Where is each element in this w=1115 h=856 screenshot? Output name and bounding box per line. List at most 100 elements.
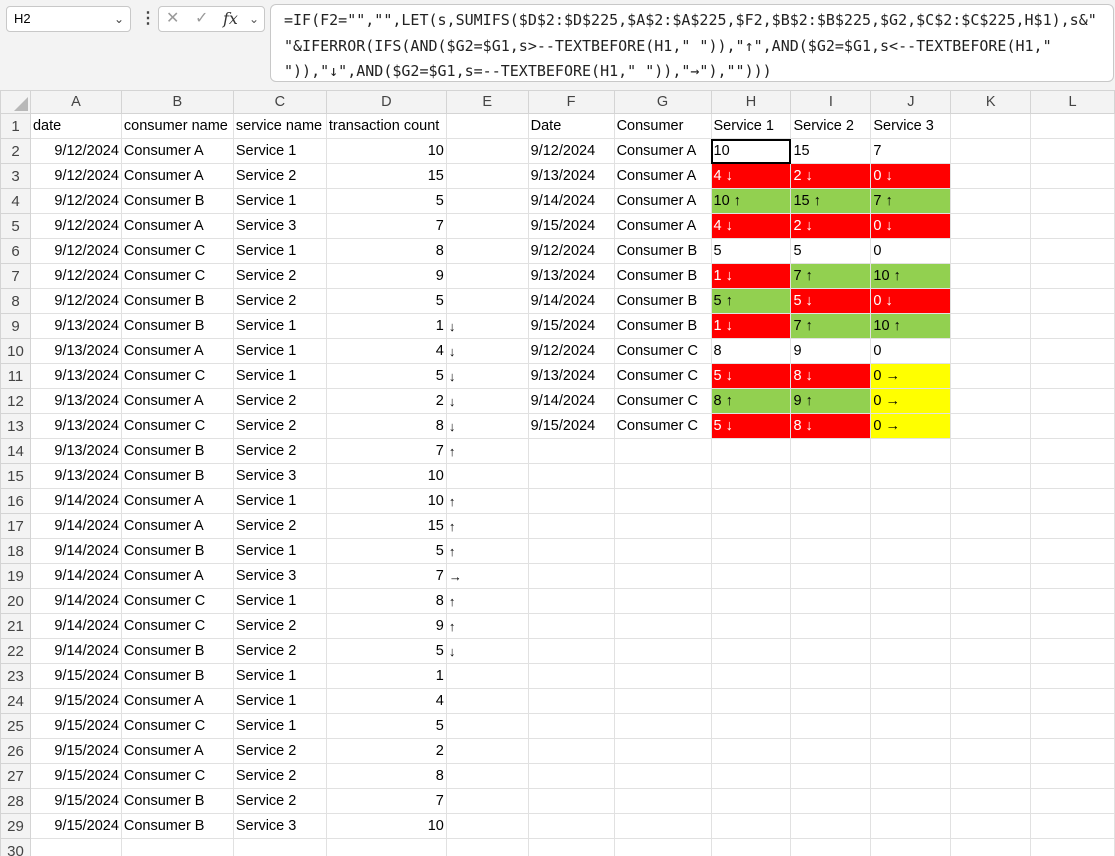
cell-b28[interactable]: Consumer B xyxy=(120,788,234,814)
cell-b16[interactable]: Consumer A xyxy=(120,488,234,514)
cell-g8[interactable]: Consumer B xyxy=(613,288,712,314)
cell-a15[interactable]: 9/13/2024 xyxy=(29,463,122,489)
cell-g18[interactable] xyxy=(613,538,712,564)
cell-i24[interactable] xyxy=(790,688,872,714)
cell-b29[interactable]: Consumer B xyxy=(120,813,234,839)
cell-k27[interactable] xyxy=(950,763,1032,789)
cell-l12[interactable] xyxy=(1030,388,1115,414)
cell-l28[interactable] xyxy=(1030,788,1115,814)
cancel-icon[interactable]: ✕ xyxy=(166,7,179,31)
cell-e7[interactable] xyxy=(445,263,529,289)
column-header-f[interactable]: F xyxy=(527,90,615,114)
cell-a10[interactable]: 9/13/2024 xyxy=(29,338,122,364)
column-header-e[interactable]: E xyxy=(445,90,529,114)
cell-k11[interactable] xyxy=(950,363,1032,389)
cell-j2[interactable]: 7 xyxy=(870,138,952,164)
cell-d24[interactable]: 4 xyxy=(325,688,447,714)
cell-e3[interactable] xyxy=(445,163,529,189)
cell-j16[interactable] xyxy=(870,488,952,514)
cell-d21[interactable]: 9 xyxy=(325,613,447,639)
cell-g26[interactable] xyxy=(613,738,712,764)
row-header[interactable]: 23 xyxy=(0,663,31,689)
cell-a5[interactable]: 9/12/2024 xyxy=(29,213,122,239)
cell-a18[interactable]: 9/14/2024 xyxy=(29,538,122,564)
cell-g2[interactable]: Consumer A xyxy=(613,138,712,164)
cell-c8[interactable]: Service 2 xyxy=(232,288,327,314)
cell-f18[interactable] xyxy=(527,538,615,564)
cell-l19[interactable] xyxy=(1030,563,1115,589)
cell-b21[interactable]: Consumer C xyxy=(120,613,234,639)
row-header[interactable]: 24 xyxy=(0,688,31,714)
cell-f21[interactable] xyxy=(527,613,615,639)
row-header[interactable]: 16 xyxy=(0,488,31,514)
cell-e5[interactable] xyxy=(445,213,529,239)
cell-l27[interactable] xyxy=(1030,763,1115,789)
cell-d23[interactable]: 1 xyxy=(325,663,447,689)
cell-j26[interactable] xyxy=(870,738,952,764)
cell-l29[interactable] xyxy=(1030,813,1115,839)
cell-k12[interactable] xyxy=(950,388,1032,414)
cell-f20[interactable] xyxy=(527,588,615,614)
cell-e12[interactable]: ↓ xyxy=(445,388,529,414)
cell-b15[interactable]: Consumer B xyxy=(120,463,234,489)
cell-d8[interactable]: 5 xyxy=(325,288,447,314)
cell-l13[interactable] xyxy=(1030,413,1115,439)
cell-k24[interactable] xyxy=(950,688,1032,714)
chevron-down-icon[interactable]: ⌄ xyxy=(249,7,259,31)
cell-a14[interactable]: 9/13/2024 xyxy=(29,438,122,464)
cell-b4[interactable]: Consumer B xyxy=(120,188,234,214)
insert-function-icon[interactable]: fx xyxy=(223,7,238,31)
cell-g6[interactable]: Consumer B xyxy=(613,238,712,264)
cell-h3[interactable]: 4 ↓ xyxy=(710,163,792,189)
cell-g13[interactable]: Consumer C xyxy=(613,413,712,439)
cell-a3[interactable]: 9/12/2024 xyxy=(29,163,122,189)
row-header[interactable]: 26 xyxy=(0,738,31,764)
cell-k20[interactable] xyxy=(950,588,1032,614)
cell-g29[interactable] xyxy=(613,813,712,839)
cell-b5[interactable]: Consumer A xyxy=(120,213,234,239)
cell-f19[interactable] xyxy=(527,563,615,589)
cell-c24[interactable]: Service 1 xyxy=(232,688,327,714)
cell-c20[interactable]: Service 1 xyxy=(232,588,327,614)
cell-i30[interactable] xyxy=(790,838,872,856)
cell-h5[interactable]: 4 ↓ xyxy=(710,213,792,239)
cell-e16[interactable]: ↑ xyxy=(445,488,529,514)
cell-k26[interactable] xyxy=(950,738,1032,764)
cell-c3[interactable]: Service 2 xyxy=(232,163,327,189)
cell-h27[interactable] xyxy=(710,763,792,789)
column-header-l[interactable]: L xyxy=(1030,90,1115,114)
cell-h30[interactable] xyxy=(710,838,792,856)
cell-f4[interactable]: 9/14/2024 xyxy=(527,188,615,214)
cell-j11[interactable]: 0 → xyxy=(870,363,952,389)
cell-k1[interactable] xyxy=(950,113,1032,139)
cell-a16[interactable]: 9/14/2024 xyxy=(29,488,122,514)
cell-b8[interactable]: Consumer B xyxy=(120,288,234,314)
cell-d28[interactable]: 7 xyxy=(325,788,447,814)
cell-b27[interactable]: Consumer C xyxy=(120,763,234,789)
cell-j14[interactable] xyxy=(870,438,952,464)
cell-c26[interactable]: Service 2 xyxy=(232,738,327,764)
cell-l23[interactable] xyxy=(1030,663,1115,689)
cell-j27[interactable] xyxy=(870,763,952,789)
row-header[interactable]: 17 xyxy=(0,513,31,539)
cell-c21[interactable]: Service 2 xyxy=(232,613,327,639)
row-header[interactable]: 29 xyxy=(0,813,31,839)
cell-i6[interactable]: 5 xyxy=(790,238,872,264)
cell-h19[interactable] xyxy=(710,563,792,589)
cell-d29[interactable]: 10 xyxy=(325,813,447,839)
row-header[interactable]: 25 xyxy=(0,713,31,739)
cell-k4[interactable] xyxy=(950,188,1032,214)
cell-e17[interactable]: ↑ xyxy=(445,513,529,539)
cell-i4[interactable]: 15 ↑ xyxy=(790,188,872,214)
cell-h4[interactable]: 10 ↑ xyxy=(710,188,792,214)
cell-f15[interactable] xyxy=(527,463,615,489)
cell-l24[interactable] xyxy=(1030,688,1115,714)
cell-e22[interactable]: ↓ xyxy=(445,638,529,664)
cell-b20[interactable]: Consumer C xyxy=(120,588,234,614)
cell-e6[interactable] xyxy=(445,238,529,264)
cell-h11[interactable]: 5 ↓ xyxy=(710,363,792,389)
cell-a7[interactable]: 9/12/2024 xyxy=(29,263,122,289)
cell-k2[interactable] xyxy=(950,138,1032,164)
cell-i15[interactable] xyxy=(790,463,872,489)
cell-l4[interactable] xyxy=(1030,188,1115,214)
